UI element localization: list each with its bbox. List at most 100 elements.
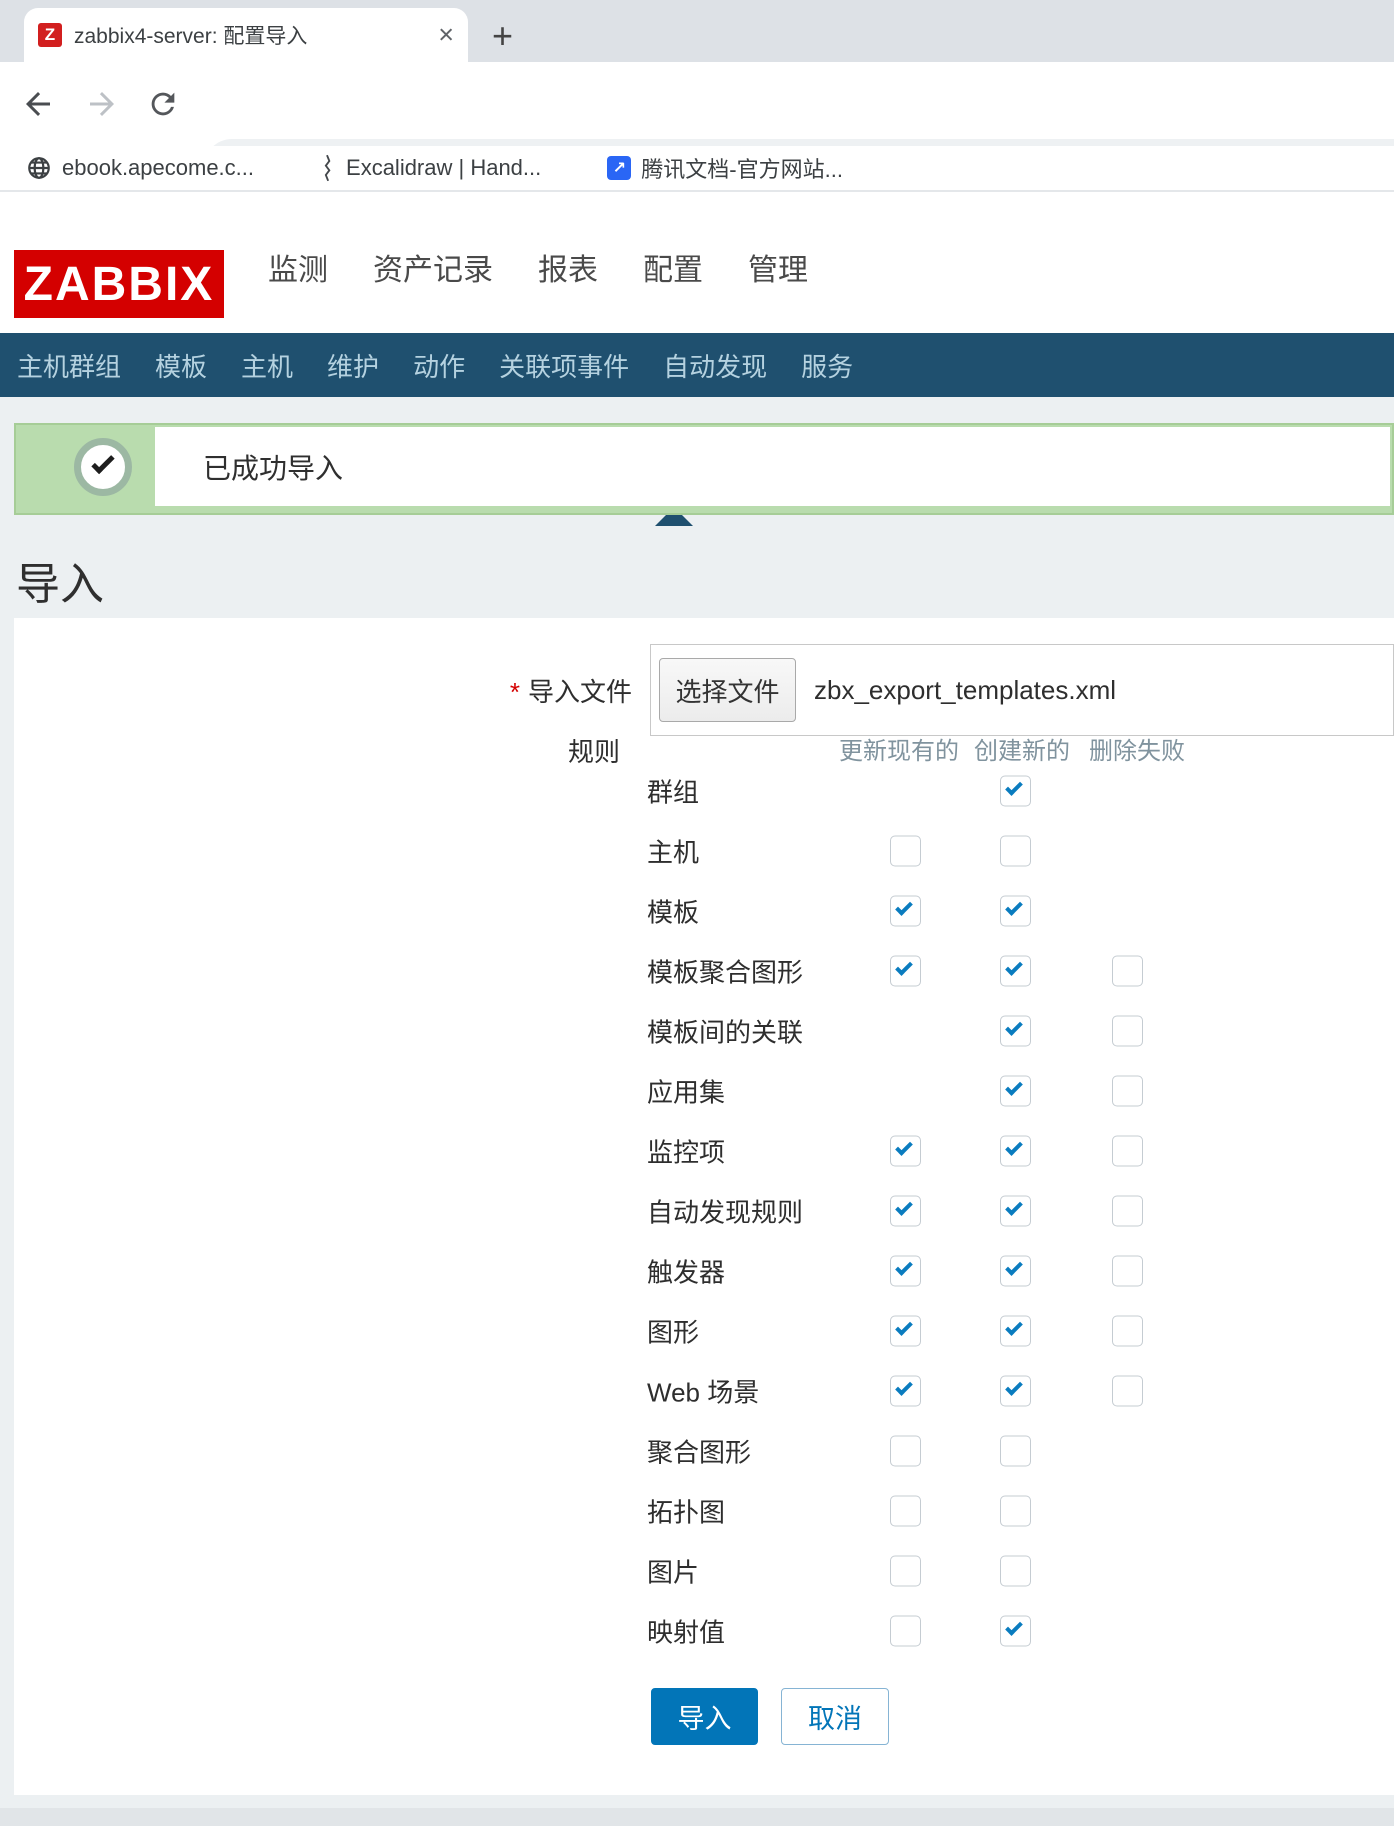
- checkbox-create[interactable]: [1000, 776, 1031, 807]
- checkbox-create[interactable]: [1000, 1136, 1031, 1167]
- checkbox-create[interactable]: [1000, 1436, 1031, 1467]
- close-tab-icon[interactable]: ×: [438, 22, 454, 49]
- import-button[interactable]: 导入: [651, 1688, 758, 1745]
- checkbox-update[interactable]: [890, 836, 921, 867]
- check-icon: [895, 958, 913, 976]
- rule-row: 拓扑图: [0, 1481, 1394, 1541]
- check-icon: [895, 1258, 913, 1276]
- checkbox-update[interactable]: [890, 1136, 921, 1167]
- checkbox-delete[interactable]: [1112, 1196, 1143, 1227]
- sub-nav-item-6[interactable]: 自动发现: [663, 347, 767, 384]
- check-icon: [1005, 1138, 1023, 1156]
- rule-row: 监控项: [0, 1121, 1394, 1181]
- back-icon[interactable]: [20, 86, 56, 122]
- rule-row: 映射值: [0, 1601, 1394, 1661]
- sub-nav-item-0[interactable]: 主机群组: [17, 347, 121, 384]
- sub-nav-item-1[interactable]: 模板: [155, 347, 207, 384]
- checkbox-delete[interactable]: [1112, 1376, 1143, 1407]
- tab-title: zabbix4-server: 配置导入: [74, 20, 307, 50]
- checkbox-update[interactable]: [890, 1436, 921, 1467]
- checkbox-create[interactable]: [1000, 1196, 1031, 1227]
- main-nav-item-1[interactable]: 资产记录: [373, 245, 493, 289]
- bookmark-label: 腾讯文档-官方网站...: [641, 152, 843, 184]
- checkbox-delete[interactable]: [1112, 1076, 1143, 1107]
- rule-row: 模板: [0, 881, 1394, 941]
- rule-label: 自动发现规则: [647, 1193, 803, 1230]
- checkbox-create[interactable]: [1000, 1556, 1031, 1587]
- checkbox-create[interactable]: [1000, 1016, 1031, 1047]
- check-icon: [1005, 898, 1023, 916]
- cancel-button[interactable]: 取消: [781, 1688, 889, 1745]
- browser-tab[interactable]: Z zabbix4-server: 配置导入 ×: [24, 8, 468, 62]
- success-message-bar: 已成功导入: [14, 423, 1394, 515]
- sub-nav-item-4[interactable]: 动作: [413, 347, 465, 384]
- checkbox-update[interactable]: [890, 1316, 921, 1347]
- import-file-label-text: 导入文件: [528, 677, 632, 707]
- check-icon: [895, 1318, 913, 1336]
- main-nav-item-0[interactable]: 监测: [268, 245, 328, 289]
- check-icon: [895, 1138, 913, 1156]
- checkbox-update[interactable]: [890, 896, 921, 927]
- selected-file-name: zbx_export_templates.xml: [814, 675, 1116, 706]
- sub-nav-item-2[interactable]: 主机: [241, 347, 293, 384]
- success-message-text: 已成功导入: [155, 427, 1390, 506]
- sub-nav-item-5[interactable]: 关联项事件: [499, 347, 629, 384]
- checkbox-delete[interactable]: [1112, 1016, 1143, 1047]
- bookmark-item[interactable]: ↗腾讯文档-官方网站...: [607, 152, 843, 184]
- checkbox-create[interactable]: [1000, 1256, 1031, 1287]
- rule-label: 模板聚合图形: [647, 953, 803, 990]
- bookmark-item[interactable]: ebook.apecome.c...: [26, 155, 254, 181]
- rule-label: 群组: [647, 773, 699, 810]
- check-icon: [1005, 778, 1023, 796]
- checkbox-update[interactable]: [890, 1556, 921, 1587]
- rule-label: 应用集: [647, 1073, 725, 1110]
- checkbox-delete[interactable]: [1112, 1256, 1143, 1287]
- main-nav-item-2[interactable]: 报表: [538, 245, 598, 289]
- checkbox-create[interactable]: [1000, 1316, 1031, 1347]
- checkbox-update[interactable]: [890, 1376, 921, 1407]
- checkbox-update[interactable]: [890, 1496, 921, 1527]
- import-file-label: *导入文件: [510, 672, 632, 709]
- rule-row: 聚合图形: [0, 1421, 1394, 1481]
- checkbox-create[interactable]: [1000, 1496, 1031, 1527]
- checkbox-create[interactable]: [1000, 1616, 1031, 1647]
- check-icon: [1005, 958, 1023, 976]
- checkbox-update[interactable]: [890, 1616, 921, 1647]
- checkbox-create[interactable]: [1000, 1376, 1031, 1407]
- bookmark-item[interactable]: Excalidraw | Hand...: [318, 154, 541, 182]
- forward-icon[interactable]: [84, 86, 120, 122]
- rule-row: 图片: [0, 1541, 1394, 1601]
- checkbox-update[interactable]: [890, 1196, 921, 1227]
- zabbix-logo[interactable]: ZABBIX: [14, 250, 224, 318]
- file-input[interactable]: 选择文件 zbx_export_templates.xml: [650, 644, 1394, 736]
- checkbox-create[interactable]: [1000, 1076, 1031, 1107]
- checkbox-delete[interactable]: [1112, 956, 1143, 987]
- page-title: 导入: [16, 548, 104, 612]
- success-check-icon: [74, 438, 132, 496]
- reload-icon[interactable]: [146, 87, 180, 121]
- globe-icon: [26, 155, 52, 181]
- sub-nav-item-7[interactable]: 服务: [801, 347, 853, 384]
- rule-label: 模板: [647, 893, 699, 930]
- check-icon: [895, 898, 913, 916]
- rule-row: 群组: [0, 761, 1394, 821]
- rule-row: 触发器: [0, 1241, 1394, 1301]
- checkbox-create[interactable]: [1000, 956, 1031, 987]
- check-icon: [1005, 1318, 1023, 1336]
- choose-file-button[interactable]: 选择文件: [659, 658, 796, 722]
- excalidraw-icon: [318, 154, 336, 182]
- checkbox-delete[interactable]: [1112, 1316, 1143, 1347]
- checkbox-create[interactable]: [1000, 896, 1031, 927]
- new-tab-button[interactable]: +: [492, 18, 513, 54]
- sub-nav-item-3[interactable]: 维护: [327, 347, 379, 384]
- check-icon: [1005, 1258, 1023, 1276]
- rule-label: 图形: [647, 1313, 699, 1350]
- checkbox-update[interactable]: [890, 956, 921, 987]
- checkbox-delete[interactable]: [1112, 1136, 1143, 1167]
- main-nav: 监测 资产记录 报表 配置 管理: [224, 192, 808, 333]
- bottom-band: [0, 1808, 1394, 1826]
- main-nav-item-4[interactable]: 管理: [748, 245, 808, 289]
- checkbox-create[interactable]: [1000, 836, 1031, 867]
- checkbox-update[interactable]: [890, 1256, 921, 1287]
- main-nav-item-3-active[interactable]: 配置: [643, 245, 703, 289]
